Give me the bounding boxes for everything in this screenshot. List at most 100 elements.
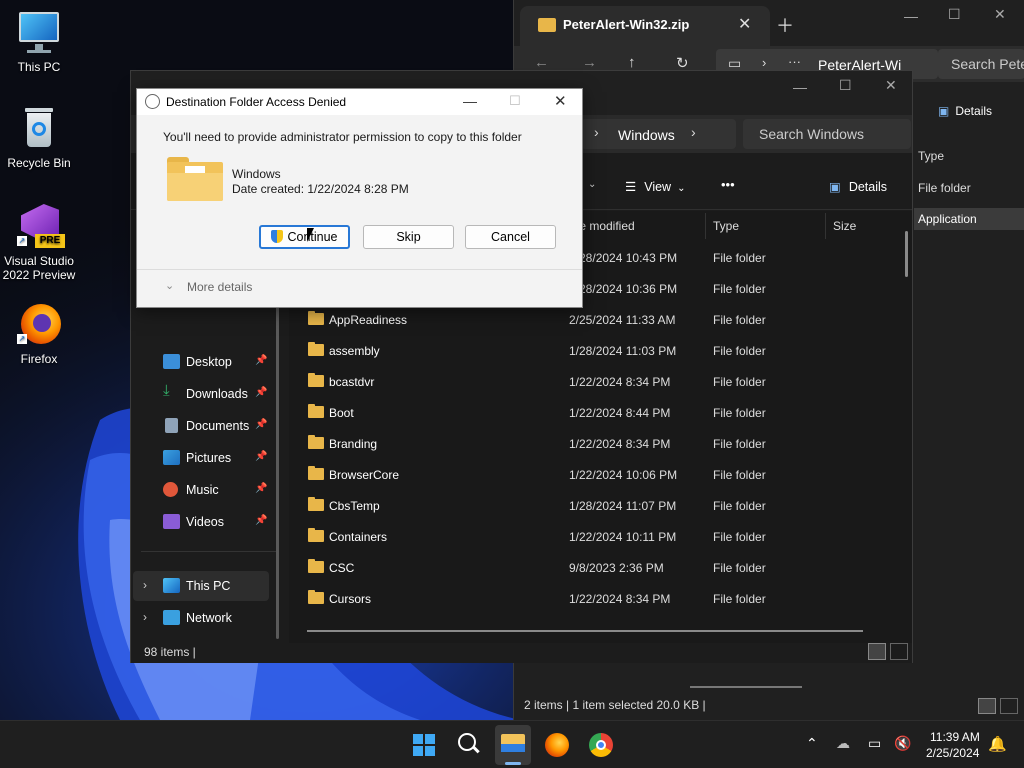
zip-details-button[interactable]: ▣ Details — [938, 104, 992, 118]
desktop-icon-label: This PC — [17, 60, 61, 74]
sidebar-item-pictures[interactable]: Pictures 📌 — [141, 443, 281, 473]
zip-cell-type: Application — [918, 212, 977, 226]
minimize-icon[interactable]: — — [904, 8, 918, 24]
ellipsis-icon[interactable]: ··· — [788, 54, 801, 69]
maximize-icon: ☐ — [509, 93, 521, 108]
sidebar-item-music[interactable]: Music 📌 — [141, 475, 281, 505]
details-view-icon[interactable] — [978, 698, 996, 714]
table-row[interactable]: CSC 9/8/2023 2:36 PM File folder — [301, 553, 901, 584]
divider — [825, 213, 826, 239]
folder-icon — [308, 497, 324, 511]
folder-icon — [167, 157, 223, 201]
zip-search-input[interactable]: Search Pete — [938, 49, 1024, 79]
up-arrow-icon[interactable]: ↑ — [628, 54, 636, 71]
skip-button[interactable]: Skip — [363, 225, 454, 249]
start-button[interactable] — [413, 734, 435, 756]
maximize-icon[interactable]: ☐ — [948, 6, 961, 23]
desktop-icon-label: Firefox — [20, 352, 58, 366]
zip-tab[interactable]: PeterAlert-Win32.zip ✕ — [520, 6, 770, 46]
table-row[interactable]: Containers 1/22/2024 10:11 PM File folder — [301, 522, 901, 553]
close-icon[interactable]: ✕ — [554, 92, 567, 110]
breadcrumb-windows[interactable]: Windows — [618, 127, 675, 143]
folder-icon — [308, 559, 324, 573]
cloud-offline-icon[interactable]: ☁ — [836, 735, 850, 752]
tiles-view-icon[interactable] — [890, 643, 908, 660]
item-count: 98 items | — [144, 645, 196, 659]
folder-icon — [308, 435, 324, 449]
column-header-size[interactable]: Size — [833, 219, 856, 233]
table-row[interactable]: BrowserCore 1/22/2024 10:06 PM File folder — [301, 460, 901, 491]
table-row[interactable]: bcastdvr 1/22/2024 8:34 PM File folder — [301, 367, 901, 398]
zip-scrollbar[interactable] — [690, 686, 802, 688]
zip-tab-title: PeterAlert-Win32.zip — [563, 17, 690, 32]
preview-badge: PRE — [35, 234, 65, 248]
firefox-icon[interactable] — [545, 733, 569, 757]
details-view-icon[interactable] — [868, 643, 886, 660]
access-denied-dialog[interactable]: Destination Folder Access Denied — ☐ ✕ Y… — [136, 88, 583, 308]
zip-column-type[interactable]: Type — [918, 149, 944, 163]
column-header-type[interactable]: Type — [713, 219, 739, 233]
file-list-scrollbar[interactable] — [905, 231, 908, 277]
maximize-icon[interactable]: ☐ — [839, 77, 852, 94]
horizontal-scrollbar[interactable] — [307, 630, 863, 632]
clock-date[interactable]: 2/25/2024 — [926, 746, 979, 760]
shortcut-arrow-icon: ↗ — [17, 334, 27, 344]
table-row[interactable]: CbsTemp 1/28/2024 11:07 PM File folder — [301, 491, 901, 522]
taskbar: ⌃ ☁ ▭ 🔇 11:39 AM 2/25/2024 🔔 — [0, 720, 1024, 768]
chrome-icon[interactable] — [589, 733, 613, 757]
sidebar-item-downloads[interactable]: ⤓ Downloads 📌 — [141, 379, 281, 409]
sidebar-item-documents[interactable]: Documents 📌 — [141, 411, 281, 441]
active-indicator — [505, 762, 521, 765]
table-row[interactable]: Branding 1/22/2024 8:34 PM File folder — [301, 429, 901, 460]
network-icon[interactable]: ▭ — [868, 735, 881, 752]
more-details-toggle[interactable]: ⌄ More details — [165, 280, 252, 294]
table-row[interactable]: Boot 1/22/2024 8:44 PM File folder — [301, 398, 901, 429]
table-row[interactable]: AppReadiness 2/25/2024 11:33 AM File folde… — [301, 305, 901, 336]
view-button[interactable]: ☰ View ⌄ — [625, 179, 685, 194]
back-arrow-icon[interactable]: ← — [534, 54, 549, 71]
shortcut-arrow-icon: ↗ — [17, 236, 27, 246]
column-header-date-modified[interactable]: te modified — [576, 219, 635, 233]
more-options-button[interactable]: ••• — [721, 177, 735, 192]
pin-icon: 📌 — [255, 483, 268, 494]
sidebar-item-network[interactable]: › Network — [133, 603, 273, 633]
new-tab-icon[interactable]: ＋ — [776, 12, 794, 38]
chevron-right-icon: › — [143, 610, 147, 624]
tiles-view-icon[interactable] — [1000, 698, 1018, 714]
zip-cell-type: File folder — [918, 181, 971, 195]
divider — [137, 269, 582, 270]
minimize-icon[interactable]: — — [463, 93, 477, 109]
sidebar-item-desktop[interactable]: Desktop 📌 — [141, 347, 281, 377]
table-row[interactable]: Cursors 1/22/2024 8:34 PM File folder — [301, 584, 901, 615]
desktop-icon-visual-studio[interactable]: PRE ↗ Visual Studio 2022 Preview — [0, 202, 78, 282]
chevron-up-icon[interactable]: ⌃ — [806, 735, 818, 752]
taskbar-file-explorer[interactable] — [495, 725, 531, 765]
zip-tab-bar: PeterAlert-Win32.zip ✕ ＋ — ☐ ✕ — [514, 0, 1024, 46]
explorer-address-bar[interactable]: › Windows › — [581, 119, 736, 149]
close-window-icon[interactable]: ✕ — [994, 6, 1006, 23]
close-icon[interactable]: ✕ — [738, 14, 751, 34]
continue-button[interactable]: Continue — [259, 225, 350, 249]
clock-time[interactable]: 11:39 AM — [930, 730, 980, 744]
desktop-icon-this-pc[interactable]: This PC — [0, 8, 78, 74]
mouse-cursor — [307, 228, 314, 242]
dialog-folder-name: Windows — [232, 167, 281, 181]
cancel-button[interactable]: Cancel — [465, 225, 556, 249]
folder-icon — [308, 590, 324, 604]
desktop-icon-firefox[interactable]: ↗ Firefox — [0, 300, 78, 366]
close-window-icon[interactable]: ✕ — [885, 77, 897, 94]
chevron-down-icon: ⌄ — [677, 183, 686, 194]
notification-bell-icon[interactable]: 🔔 — [988, 735, 1007, 753]
chevron-right-icon: › — [143, 578, 147, 592]
table-row[interactable]: assembly 1/28/2024 11:03 PM File folder — [301, 336, 901, 367]
speaker-muted-icon[interactable]: 🔇 — [894, 735, 911, 752]
explorer-search-input[interactable]: Search Windows — [743, 119, 911, 149]
monitor-icon — [15, 8, 63, 56]
sidebar-item-videos[interactable]: Videos 📌 — [141, 507, 281, 537]
details-button[interactable]: ▣ Details — [829, 179, 887, 194]
sidebar-item-this-pc[interactable]: › This PC — [133, 571, 269, 601]
chevron-down-icon[interactable]: ⌄ — [588, 179, 596, 190]
desktop-icon-recycle-bin[interactable]: Recycle Bin — [0, 104, 78, 170]
forward-arrow-icon[interactable]: → — [582, 54, 597, 71]
minimize-icon[interactable]: — — [793, 79, 807, 95]
